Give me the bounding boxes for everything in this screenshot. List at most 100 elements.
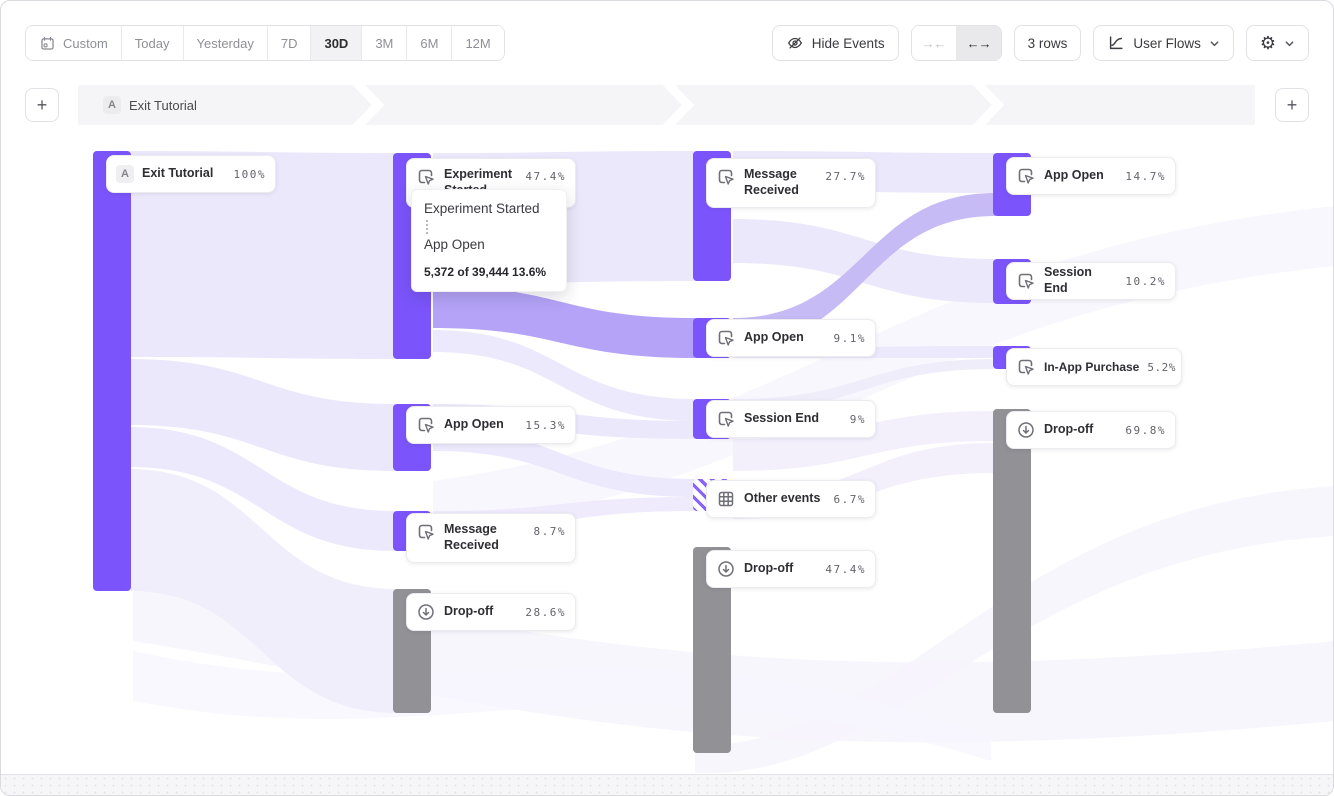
tooltip-connector	[426, 220, 428, 234]
hide-events-label: Hide Events	[812, 36, 885, 51]
plus-icon: +	[1287, 95, 1298, 116]
date-range-label: 7D	[281, 36, 298, 51]
event-icon	[716, 167, 736, 187]
event-icon	[716, 409, 736, 429]
date-range-label: 6M	[420, 36, 438, 51]
date-range-label: Yesterday	[197, 36, 254, 51]
bar-exit-tutorial[interactable]	[93, 151, 131, 591]
node-percent: 28.6%	[525, 606, 566, 619]
node-session-end-step4[interactable]: Session End 10.2%	[1006, 262, 1176, 300]
eye-off-icon	[786, 33, 804, 53]
node-percent: 15.3%	[525, 419, 566, 432]
event-icon	[716, 328, 736, 348]
chevron-right-icon	[666, 85, 688, 125]
node-percent: 47.4%	[525, 170, 566, 183]
node-message-received-step3[interactable]: Message Received 27.7%	[706, 158, 876, 208]
event-icon	[416, 415, 436, 435]
node-in-app-purchase-step4[interactable]: In-App Purchase 5.2%	[1006, 348, 1182, 386]
tooltip-source-event: Experiment Started	[424, 201, 554, 217]
step-separators	[78, 85, 1255, 125]
step-a[interactable]: A Exit Tutorial	[103, 85, 197, 125]
date-range-12m[interactable]: 12M	[452, 26, 503, 60]
steps-bar[interactable]: A Exit Tutorial	[78, 85, 1255, 125]
rows-button[interactable]: 3 rows	[1014, 25, 1082, 61]
chart-type-dropdown[interactable]: User Flows	[1093, 25, 1234, 61]
rows-label: 3 rows	[1028, 36, 1068, 51]
bar-dropoff-step4[interactable]	[993, 409, 1031, 713]
gear-icon: ⚙	[1260, 34, 1276, 52]
node-percent: 9%	[850, 413, 866, 426]
node-dropoff-step4[interactable]: Drop-off 69.8%	[1006, 411, 1176, 449]
tooltip-stat: 5,372 of 39,444 13.6%	[424, 265, 554, 279]
node-dropoff-step2[interactable]: Drop-off 28.6%	[406, 593, 576, 631]
date-range-label: 12M	[465, 36, 490, 51]
calendar-icon	[39, 33, 56, 53]
collapse-columns-button[interactable]: →←	[912, 26, 957, 60]
date-range-7d[interactable]: 7D	[268, 26, 312, 60]
node-percent: 27.7%	[825, 170, 866, 183]
node-percent: 9.1%	[834, 332, 867, 345]
expand-icon: ←→	[967, 36, 991, 51]
node-app-open-step2[interactable]: App Open 15.3%	[406, 406, 576, 444]
node-other-events-step3[interactable]: Other events 6.7%	[706, 480, 876, 518]
expand-columns-button[interactable]: ←→	[957, 26, 1001, 60]
node-percent: 8.7%	[534, 525, 567, 538]
hide-events-button[interactable]: Hide Events	[772, 25, 899, 61]
tooltip-target-event: App Open	[424, 237, 554, 253]
node-label: Message Received	[744, 167, 817, 198]
date-range-3m[interactable]: 3M	[362, 26, 407, 60]
node-label: Drop-off	[744, 561, 817, 577]
step-a-badge: A	[116, 165, 134, 183]
plus-icon: +	[37, 95, 48, 116]
date-range-30d[interactable]: 30D	[311, 26, 362, 60]
date-range-label: 30D	[324, 36, 348, 51]
event-icon	[1016, 357, 1036, 377]
date-range-label: Custom	[63, 36, 108, 51]
node-message-received-step2[interactable]: Message Received 8.7%	[406, 513, 576, 563]
add-step-right-button[interactable]: +	[1275, 88, 1309, 122]
step-a-badge: A	[103, 96, 121, 114]
dropoff-icon	[1016, 420, 1036, 440]
event-icon	[1016, 166, 1036, 186]
grid-icon	[716, 489, 736, 509]
collapse-expand-toggle: →← ←→	[911, 25, 1002, 61]
date-range-label: Today	[135, 36, 170, 51]
node-label: Other events	[744, 491, 826, 507]
date-range-selector: Custom Today Yesterday 7D 30D 3M 6M 12M	[25, 25, 505, 61]
chevron-down-icon	[1284, 33, 1295, 53]
node-session-end-step3[interactable]: Session End 9%	[706, 400, 876, 438]
node-label: Drop-off	[444, 604, 517, 620]
settings-dropdown[interactable]: ⚙	[1246, 25, 1309, 61]
node-app-open-step4[interactable]: App Open 14.7%	[1006, 157, 1176, 195]
add-step-left-button[interactable]: +	[25, 88, 59, 122]
node-percent: 5.2%	[1147, 361, 1176, 374]
node-exit-tutorial[interactable]: A Exit Tutorial 100%	[106, 155, 276, 193]
node-label: Message Received	[444, 522, 526, 553]
date-range-6m[interactable]: 6M	[407, 26, 452, 60]
date-range-yesterday[interactable]: Yesterday	[184, 26, 268, 60]
node-label: App Open	[1044, 168, 1117, 184]
toolbar-right: Hide Events →← ←→ 3 rows User Flows ⚙	[772, 25, 1309, 61]
chevron-right-icon	[356, 85, 378, 125]
chart-icon	[1107, 33, 1125, 53]
chevron-down-icon	[1209, 33, 1220, 53]
node-dropoff-step3[interactable]: Drop-off 47.4%	[706, 550, 876, 588]
chevron-right-icon	[976, 85, 998, 125]
node-percent: 100%	[234, 168, 267, 181]
node-percent: 69.8%	[1125, 424, 1166, 437]
node-percent: 47.4%	[825, 563, 866, 576]
dropoff-icon	[416, 602, 436, 622]
node-label: In-App Purchase	[1044, 360, 1139, 375]
event-icon	[1016, 271, 1036, 291]
user-flows-app: A Exit Tutorial 100% Experiment Started …	[0, 0, 1334, 796]
node-percent: 10.2%	[1125, 275, 1166, 288]
node-percent: 6.7%	[834, 493, 867, 506]
dropoff-icon	[716, 559, 736, 579]
footer-scroll-strip[interactable]	[1, 774, 1333, 795]
node-app-open-step3[interactable]: App Open 9.1%	[706, 319, 876, 357]
date-range-today[interactable]: Today	[122, 26, 184, 60]
node-label: Session End	[744, 411, 842, 427]
date-range-custom[interactable]: Custom	[26, 26, 122, 60]
toolbar: Custom Today Yesterday 7D 30D 3M 6M 12M …	[1, 1, 1333, 61]
node-label: Drop-off	[1044, 422, 1117, 438]
